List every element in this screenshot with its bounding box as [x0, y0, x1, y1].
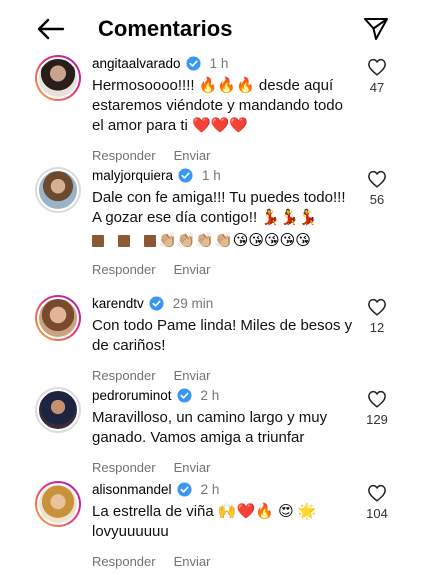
arrow-left-icon [37, 18, 65, 40]
heart-icon [368, 170, 386, 188]
reply-button[interactable]: Responder [92, 148, 156, 163]
comment-time: 1 h [202, 167, 221, 183]
comment-time: 29 min [172, 295, 214, 311]
send-paper-plane-icon [364, 18, 388, 40]
avatar[interactable] [35, 295, 81, 341]
heart-icon [368, 58, 386, 76]
reply-button[interactable]: Responder [92, 262, 156, 277]
verified-badge-icon [186, 55, 201, 71]
reply-button[interactable]: Responder [92, 368, 156, 383]
like-button[interactable] [367, 298, 387, 316]
top-bar: Comentarios [0, 0, 432, 56]
comment-time: 2 h [200, 387, 220, 403]
verified-badge-icon [177, 387, 192, 403]
back-button[interactable] [34, 14, 68, 44]
share-button[interactable] [360, 13, 392, 45]
comments-list: angitaalvarado 1 h Hermosoooo!!!! 🔥🔥🔥 de… [0, 50, 432, 569]
skin-tone-swatch-icon [92, 234, 104, 247]
comment-username[interactable]: malyjorquiera [92, 168, 173, 183]
comment-item: malyjorquiera 1 h Dale con fe amiga!!! T… [0, 162, 432, 290]
send-button[interactable]: Enviar [174, 368, 211, 383]
avatar[interactable] [35, 167, 81, 213]
comment-text: Hermosoooo!!!! 🔥🔥🔥 desde aquí estaremos … [92, 77, 343, 134]
like-count: 104 [366, 506, 388, 521]
heart-icon [368, 298, 386, 316]
comment-username[interactable]: alisonmandel [92, 482, 172, 497]
skin-tone-swatch-icon [144, 234, 156, 247]
send-button[interactable]: Enviar [174, 262, 211, 277]
comment-item: pedroruminot 2 h Maravilloso, un camino … [0, 382, 432, 476]
comment-text: Dale con fe amiga!!! Tu puedes todo!!! A… [92, 189, 346, 226]
skin-tone-swatch-icon [118, 234, 130, 247]
like-button[interactable] [367, 484, 387, 502]
comment-username[interactable]: angitaalvarado [92, 56, 181, 71]
reply-button[interactable]: Responder [92, 460, 156, 475]
comment-text: Con todo Pame linda! Miles de besos y de… [92, 317, 353, 354]
comment-time: 2 h [200, 481, 220, 497]
comment-username[interactable]: pedroruminot [92, 388, 172, 403]
comment-text: Maravilloso, un camino largo y muy ganad… [92, 409, 328, 446]
comment-emoji-line: 👏🏼👏🏼👏🏼👏🏼😘😘😘😘😘 [92, 230, 354, 250]
comment-item: karendtv 29 min Con todo Pame linda! Mil… [0, 290, 432, 383]
avatar[interactable] [35, 387, 81, 433]
send-button[interactable]: Enviar [174, 554, 211, 569]
heart-icon [368, 484, 386, 502]
verified-badge-icon [177, 481, 192, 497]
send-button[interactable]: Enviar [174, 460, 211, 475]
heart-icon [368, 390, 386, 408]
send-button[interactable]: Enviar [174, 148, 211, 163]
like-count: 47 [369, 80, 385, 95]
like-button[interactable] [367, 58, 387, 76]
avatar[interactable] [35, 481, 81, 527]
avatar[interactable] [35, 55, 81, 101]
like-button[interactable] [367, 390, 387, 408]
like-count: 12 [369, 320, 385, 335]
verified-badge-icon [149, 295, 164, 311]
comment-text: La estrella de viña 🙌❤️🔥 😍 🌟 lovyuuuuuu [92, 503, 317, 540]
like-count: 129 [366, 412, 388, 427]
like-button[interactable] [367, 170, 387, 188]
verified-badge-icon [178, 167, 193, 183]
comment-time: 1 h [209, 55, 229, 71]
reply-button[interactable]: Responder [92, 554, 156, 569]
comment-item: alisonmandel 2 h La estrella de viña 🙌❤️… [0, 476, 432, 569]
like-count: 56 [369, 192, 385, 207]
emoji-sequence: 👏🏼👏🏼👏🏼👏🏼😘😘😘😘😘 [158, 231, 311, 249]
comment-item: angitaalvarado 1 h Hermosoooo!!!! 🔥🔥🔥 de… [0, 50, 432, 163]
page-title: Comentarios [98, 16, 233, 41]
comment-username[interactable]: karendtv [92, 296, 144, 311]
